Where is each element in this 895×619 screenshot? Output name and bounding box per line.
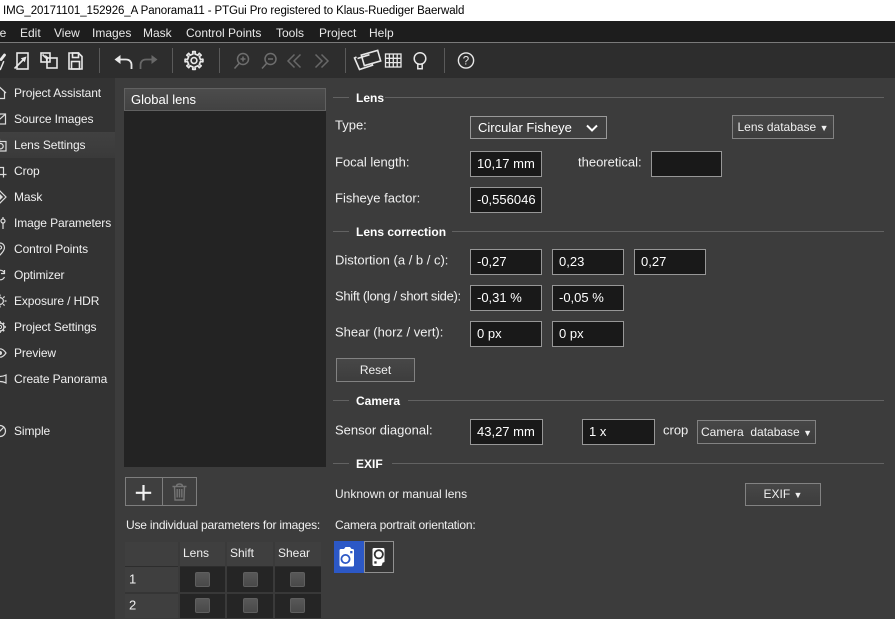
svg-text:?: ? — [463, 56, 469, 68]
